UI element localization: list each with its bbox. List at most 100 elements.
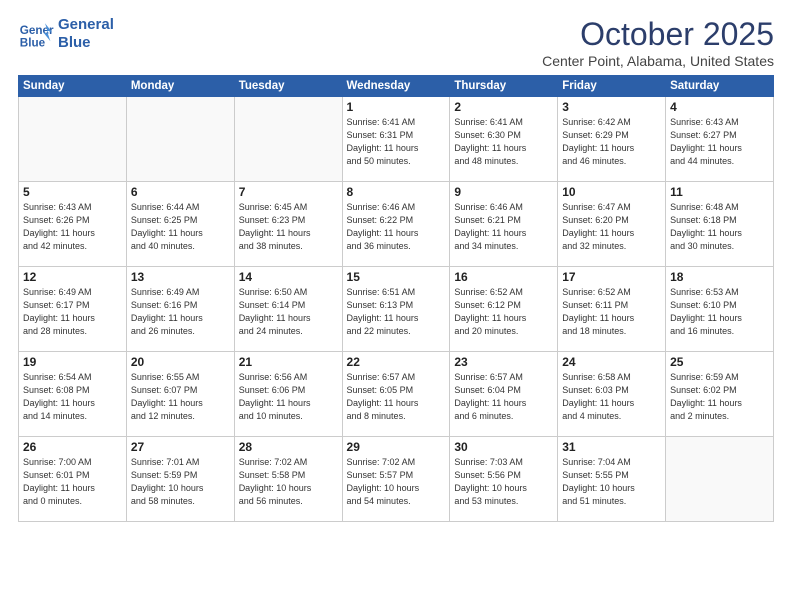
day-info: Sunrise: 7:04 AM Sunset: 5:55 PM Dayligh… [562, 456, 661, 508]
day-number: 15 [347, 270, 446, 284]
day-info: Sunrise: 6:57 AM Sunset: 6:04 PM Dayligh… [454, 371, 553, 423]
svg-text:Blue: Blue [20, 37, 46, 50]
day-number: 1 [347, 100, 446, 114]
day-number: 26 [23, 440, 122, 454]
day-info: Sunrise: 6:42 AM Sunset: 6:29 PM Dayligh… [562, 116, 661, 168]
calendar-cell: 9 Sunrise: 6:46 AM Sunset: 6:21 PM Daylig… [450, 182, 558, 267]
calendar-cell: 10Sunrise: 6:47 AM Sunset: 6:20 PM Dayli… [558, 182, 666, 267]
day-number: 28 [239, 440, 338, 454]
calendar-week-row: 1 Sunrise: 6:41 AM Sunset: 6:31 PM Daylig… [19, 97, 774, 182]
calendar-cell: 7Sunrise: 6:45 AM Sunset: 6:23 PM Daylig… [234, 182, 342, 267]
weekday-header: Tuesday [234, 76, 342, 97]
day-number: 23 [454, 355, 553, 369]
day-number: 4 [670, 100, 769, 114]
calendar-cell: 5 Sunrise: 6:43 AM Sunset: 6:26 PM Daylig… [19, 182, 127, 267]
logo-blue: Blue [58, 34, 114, 52]
calendar-cell: 23 Sunrise: 6:57 AM Sunset: 6:04 PM Dayli… [450, 352, 558, 437]
calendar-table: SundayMondayTuesdayWednesdayThursdayFrid… [18, 75, 774, 522]
day-number: 19 [23, 355, 122, 369]
day-number: 17 [562, 270, 661, 284]
calendar-cell: 29Sunrise: 7:02 AM Sunset: 5:57 PM Dayli… [342, 437, 450, 522]
header: General Blue General Blue October 2025 C… [18, 16, 774, 69]
weekday-header: Monday [126, 76, 234, 97]
day-number: 27 [131, 440, 230, 454]
day-info: Sunrise: 6:52 AM Sunset: 6:11 PM Dayligh… [562, 286, 661, 338]
calendar-cell [126, 97, 234, 182]
logo-general: General [58, 16, 114, 34]
calendar-cell: 12 Sunrise: 6:49 AM Sunset: 6:17 PM Dayli… [19, 267, 127, 352]
day-number: 25 [670, 355, 769, 369]
calendar-cell: 3 Sunrise: 6:42 AM Sunset: 6:29 PM Daylig… [558, 97, 666, 182]
calendar-cell: 25 Sunrise: 6:59 AM Sunset: 6:02 PM Dayli… [666, 352, 774, 437]
calendar-cell [19, 97, 127, 182]
calendar-cell: 6 Sunrise: 6:44 AM Sunset: 6:25 PM Daylig… [126, 182, 234, 267]
day-number: 5 [23, 185, 122, 199]
day-number: 2 [454, 100, 553, 114]
calendar-week-row: 19Sunrise: 6:54 AM Sunset: 6:08 PM Dayli… [19, 352, 774, 437]
day-info: Sunrise: 6:41 AM Sunset: 6:30 PM Dayligh… [454, 116, 553, 168]
day-info: Sunrise: 6:46 AM Sunset: 6:21 PM Dayligh… [454, 201, 553, 253]
calendar-cell: 30 Sunrise: 7:03 AM Sunset: 5:56 PM Dayli… [450, 437, 558, 522]
day-info: Sunrise: 7:00 AM Sunset: 6:01 PM Dayligh… [23, 456, 122, 508]
day-info: Sunrise: 6:50 AM Sunset: 6:14 PM Dayligh… [239, 286, 338, 338]
location-subtitle: Center Point, Alabama, United States [542, 53, 774, 69]
day-number: 12 [23, 270, 122, 284]
day-number: 7 [239, 185, 338, 199]
calendar-cell: 17 Sunrise: 6:52 AM Sunset: 6:11 PM Dayli… [558, 267, 666, 352]
day-number: 29 [347, 440, 446, 454]
calendar-cell: 21 Sunrise: 6:56 AM Sunset: 6:06 PM Dayli… [234, 352, 342, 437]
calendar-cell: 15 Sunrise: 6:51 AM Sunset: 6:13 PM Dayli… [342, 267, 450, 352]
day-info: Sunrise: 7:03 AM Sunset: 5:56 PM Dayligh… [454, 456, 553, 508]
day-number: 6 [131, 185, 230, 199]
day-info: Sunrise: 6:43 AM Sunset: 6:26 PM Dayligh… [23, 201, 122, 253]
weekday-header: Friday [558, 76, 666, 97]
day-number: 24 [562, 355, 661, 369]
day-number: 13 [131, 270, 230, 284]
day-number: 8 [347, 185, 446, 199]
calendar-cell: 11 Sunrise: 6:48 AM Sunset: 6:18 PM Dayli… [666, 182, 774, 267]
day-info: Sunrise: 6:46 AM Sunset: 6:22 PM Dayligh… [347, 201, 446, 253]
weekday-header: Wednesday [342, 76, 450, 97]
day-info: Sunrise: 6:51 AM Sunset: 6:13 PM Dayligh… [347, 286, 446, 338]
day-info: Sunrise: 6:53 AM Sunset: 6:10 PM Dayligh… [670, 286, 769, 338]
calendar-cell: 14 Sunrise: 6:50 AM Sunset: 6:14 PM Dayli… [234, 267, 342, 352]
day-info: Sunrise: 7:02 AM Sunset: 5:58 PM Dayligh… [239, 456, 338, 508]
weekday-header: Sunday [19, 76, 127, 97]
day-number: 11 [670, 185, 769, 199]
day-number: 22 [347, 355, 446, 369]
day-info: Sunrise: 6:56 AM Sunset: 6:06 PM Dayligh… [239, 371, 338, 423]
calendar-cell: 1 Sunrise: 6:41 AM Sunset: 6:31 PM Daylig… [342, 97, 450, 182]
calendar-week-row: 12 Sunrise: 6:49 AM Sunset: 6:17 PM Dayli… [19, 267, 774, 352]
day-info: Sunrise: 6:43 AM Sunset: 6:27 PM Dayligh… [670, 116, 769, 168]
weekday-header: Saturday [666, 76, 774, 97]
day-number: 16 [454, 270, 553, 284]
day-info: Sunrise: 6:55 AM Sunset: 6:07 PM Dayligh… [131, 371, 230, 423]
day-number: 14 [239, 270, 338, 284]
weekday-header: Thursday [450, 76, 558, 97]
day-info: Sunrise: 7:01 AM Sunset: 5:59 PM Dayligh… [131, 456, 230, 508]
day-info: Sunrise: 6:59 AM Sunset: 6:02 PM Dayligh… [670, 371, 769, 423]
calendar-cell [234, 97, 342, 182]
day-number: 20 [131, 355, 230, 369]
day-info: Sunrise: 6:49 AM Sunset: 6:17 PM Dayligh… [23, 286, 122, 338]
day-number: 3 [562, 100, 661, 114]
calendar-cell: 19Sunrise: 6:54 AM Sunset: 6:08 PM Dayli… [19, 352, 127, 437]
day-number: 21 [239, 355, 338, 369]
day-number: 9 [454, 185, 553, 199]
day-info: Sunrise: 6:41 AM Sunset: 6:31 PM Dayligh… [347, 116, 446, 168]
month-title: October 2025 [542, 16, 774, 53]
calendar-cell: 28 Sunrise: 7:02 AM Sunset: 5:58 PM Dayli… [234, 437, 342, 522]
day-number: 31 [562, 440, 661, 454]
day-info: Sunrise: 6:49 AM Sunset: 6:16 PM Dayligh… [131, 286, 230, 338]
day-info: Sunrise: 6:58 AM Sunset: 6:03 PM Dayligh… [562, 371, 661, 423]
day-info: Sunrise: 6:48 AM Sunset: 6:18 PM Dayligh… [670, 201, 769, 253]
day-number: 30 [454, 440, 553, 454]
calendar-cell: 8 Sunrise: 6:46 AM Sunset: 6:22 PM Daylig… [342, 182, 450, 267]
calendar-cell: 22 Sunrise: 6:57 AM Sunset: 6:05 PM Dayli… [342, 352, 450, 437]
day-info: Sunrise: 6:44 AM Sunset: 6:25 PM Dayligh… [131, 201, 230, 253]
day-info: Sunrise: 6:57 AM Sunset: 6:05 PM Dayligh… [347, 371, 446, 423]
calendar-cell: 18Sunrise: 6:53 AM Sunset: 6:10 PM Dayli… [666, 267, 774, 352]
logo: General Blue General Blue [18, 16, 114, 52]
page-container: General Blue General Blue October 2025 C… [0, 0, 792, 612]
calendar-cell: 20 Sunrise: 6:55 AM Sunset: 6:07 PM Dayli… [126, 352, 234, 437]
